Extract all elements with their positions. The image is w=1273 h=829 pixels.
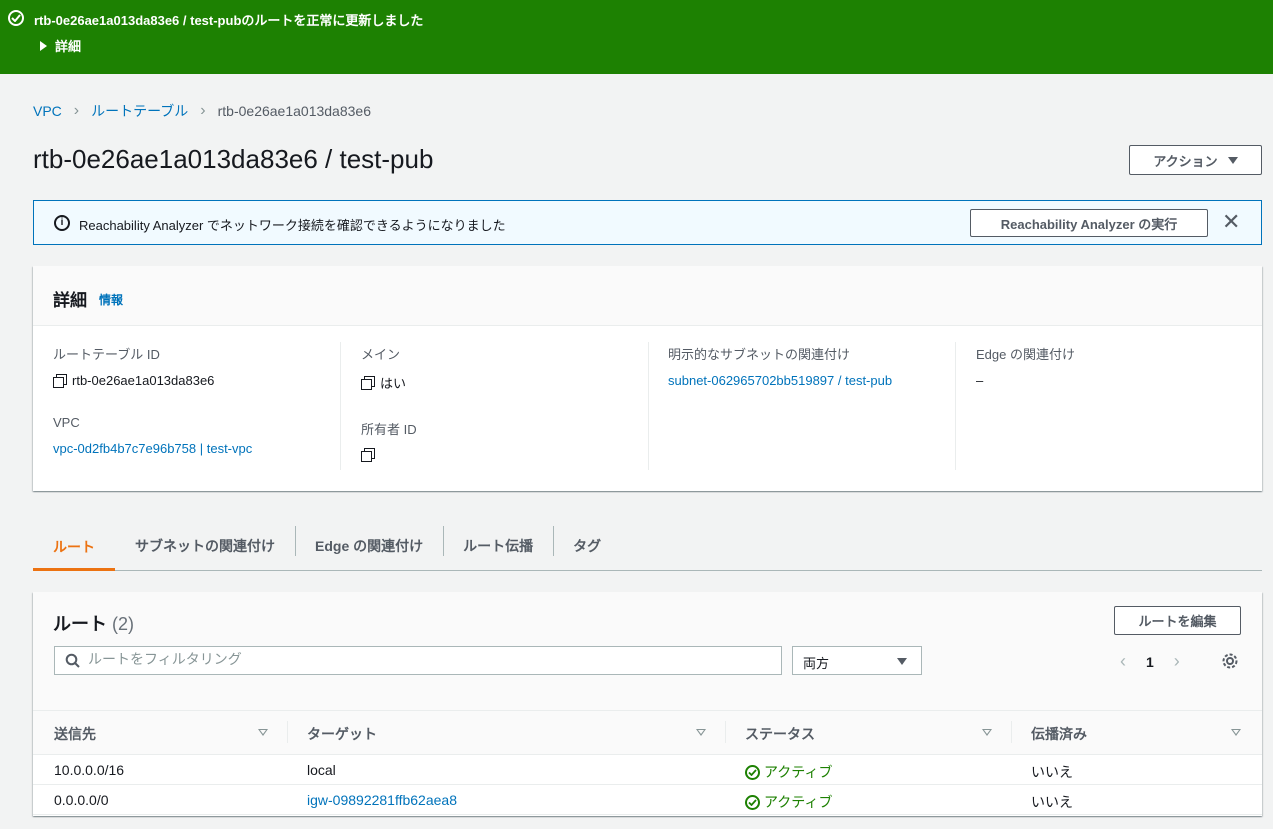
status-success-icon: [745, 794, 760, 810]
sort-icon[interactable]: [696, 729, 706, 736]
success-flashbar: rtb-0e26ae1a013da83e6 / test-pubのルートを正常に…: [0, 0, 1273, 74]
vpc-link[interactable]: vpc-0d2fb4b7c7e96b758 | test-vpc: [53, 441, 252, 456]
sort-icon[interactable]: [1231, 729, 1241, 736]
routes-title-text: ルート: [53, 614, 107, 634]
route-table-id-value: rtb-0e26ae1a013da83e6: [53, 373, 343, 388]
owner-id-value: [361, 448, 651, 462]
route-filter-input[interactable]: [88, 651, 768, 667]
cell-status: アクティブ: [745, 792, 832, 812]
caret-right-icon: [40, 40, 47, 51]
tab-bar: ルート サブネットの関連付け Edge の関連付け ルート伝播 タグ: [33, 522, 1262, 571]
breadcrumb-current: rtb-0e26ae1a013da83e6: [217, 103, 371, 119]
breadcrumb: VPC › ルートテーブル › rtb-0e26ae1a013da83e6: [33, 101, 371, 121]
route-table-id-text: rtb-0e26ae1a013da83e6: [72, 373, 215, 388]
pagination: ‹ 1 ›: [1120, 651, 1180, 672]
cell-destination: 10.0.0.0/16: [54, 762, 125, 778]
caret-down-icon: [897, 658, 907, 665]
reachability-info-banner: i Reachability Analyzer でネットワーク接続を確認できるよ…: [33, 200, 1262, 245]
routes-title: ルート (2): [53, 610, 134, 636]
column-destination[interactable]: 送信先: [54, 724, 96, 744]
route-filter-field: [54, 646, 782, 675]
table-row: 0.0.0.0/0 igw-09892281ffb62aea8 アクティブ いい…: [33, 785, 1262, 815]
divider: [648, 342, 649, 470]
info-banner-text: Reachability Analyzer でネットワーク接続を確認できるように…: [79, 218, 506, 233]
page-title: rtb-0e26ae1a013da83e6 / test-pub: [33, 144, 434, 174]
table-header: 送信先 ターゲット ステータス 伝播済み: [33, 711, 1262, 755]
chevron-right-icon: ›: [200, 102, 206, 119]
divider: [955, 342, 956, 470]
tab-tags[interactable]: タグ: [553, 522, 621, 570]
routes-header: ルート (2) ルートを編集 両方 ‹ 1 ›: [33, 592, 1262, 711]
edge-association-value: –: [976, 373, 984, 388]
routes-panel: ルート (2) ルートを編集 両方 ‹ 1 › 送信先 ターゲット ステータス …: [33, 592, 1262, 816]
cell-target-link[interactable]: igw-09892281ffb62aea8: [307, 792, 457, 808]
sort-icon[interactable]: [982, 729, 992, 736]
status-text: アクティブ: [764, 794, 833, 810]
main-value: はい: [361, 373, 651, 392]
page-number[interactable]: 1: [1146, 654, 1154, 670]
cell-target: local: [307, 762, 336, 778]
divider: [340, 342, 341, 470]
search-icon: [65, 653, 80, 668]
details-col-3: 明示的なサブネットの関連付け subnet-062965702bb519897 …: [668, 344, 958, 388]
copy-icon[interactable]: [361, 448, 375, 462]
main-value-text: はい: [380, 376, 407, 391]
edit-routes-button[interactable]: ルートを編集: [1114, 606, 1241, 635]
info-icon: i: [54, 215, 70, 231]
copy-icon[interactable]: [361, 376, 375, 390]
details-col-1: ルートテーブル ID rtb-0e26ae1a013da83e6 VPC vpc…: [53, 344, 343, 456]
subnet-association-label: 明示的なサブネットの関連付け: [668, 347, 851, 362]
flash-details-toggle[interactable]: 詳細: [40, 36, 81, 55]
column-propagated[interactable]: 伝播済み: [1031, 724, 1087, 744]
info-link[interactable]: 情報: [99, 291, 123, 308]
tab-subnet-associations[interactable]: サブネットの関連付け: [115, 522, 295, 570]
divider: [725, 721, 726, 743]
cell-propagated: いいえ: [1031, 764, 1073, 780]
column-target[interactable]: ターゲット: [307, 724, 377, 744]
propagation-filter-select[interactable]: 両方: [792, 646, 922, 675]
cell-propagated: いいえ: [1031, 794, 1073, 810]
actions-button[interactable]: アクション: [1129, 145, 1262, 175]
sort-icon[interactable]: [258, 729, 268, 736]
close-icon[interactable]: ✕: [1222, 211, 1240, 233]
breadcrumb-route-tables[interactable]: ルートテーブル: [91, 101, 188, 121]
cell-status: アクティブ: [745, 762, 832, 782]
details-panel: 詳細 情報 ルートテーブル ID rtb-0e26ae1a013da83e6 V…: [33, 266, 1262, 491]
previous-page-icon[interactable]: ‹: [1120, 651, 1126, 672]
chevron-right-icon: ›: [73, 102, 80, 119]
copy-icon[interactable]: [53, 374, 67, 388]
vpc-label: VPC: [53, 415, 80, 430]
flash-details-label: 詳細: [55, 39, 82, 54]
subnet-association-link[interactable]: subnet-062965702bb519897 / test-pub: [668, 373, 892, 388]
actions-label: アクション: [1153, 153, 1218, 169]
owner-id-label: 所有者 ID: [361, 422, 417, 437]
table-row: 10.0.0.0/16 local アクティブ いいえ: [33, 755, 1262, 785]
run-reachability-analyzer-button[interactable]: Reachability Analyzer の実行: [970, 209, 1208, 237]
cell-destination: 0.0.0.0/0: [54, 792, 109, 808]
divider: [1011, 721, 1012, 743]
status-text: アクティブ: [764, 764, 833, 780]
flash-message: rtb-0e26ae1a013da83e6 / test-pubのルートを正常に…: [34, 13, 424, 28]
details-col-4: Edge の関連付け –: [976, 344, 1266, 388]
details-col-2: メイン はい 所有者 ID: [361, 344, 651, 462]
route-table-id-label: ルートテーブル ID: [53, 347, 160, 362]
caret-down-icon: [1227, 156, 1238, 164]
breadcrumb-vpc[interactable]: VPC: [33, 103, 62, 119]
tab-edge-associations[interactable]: Edge の関連付け: [295, 522, 443, 570]
tab-routes[interactable]: ルート: [33, 522, 115, 571]
main-label: メイン: [361, 347, 401, 362]
propagation-filter-value: 両方: [803, 656, 830, 671]
gear-icon[interactable]: [1221, 652, 1239, 670]
column-status[interactable]: ステータス: [745, 724, 815, 744]
divider: [287, 721, 288, 743]
success-check-icon: [8, 10, 24, 26]
status-success-icon: [745, 764, 760, 780]
details-title: 詳細: [53, 291, 87, 310]
tab-route-propagation[interactable]: ルート伝播: [443, 522, 553, 570]
details-header: 詳細 情報: [33, 266, 1262, 326]
routes-count: (2): [112, 614, 135, 634]
next-page-icon[interactable]: ›: [1174, 651, 1180, 672]
edge-association-label: Edge の関連付け: [976, 347, 1075, 362]
